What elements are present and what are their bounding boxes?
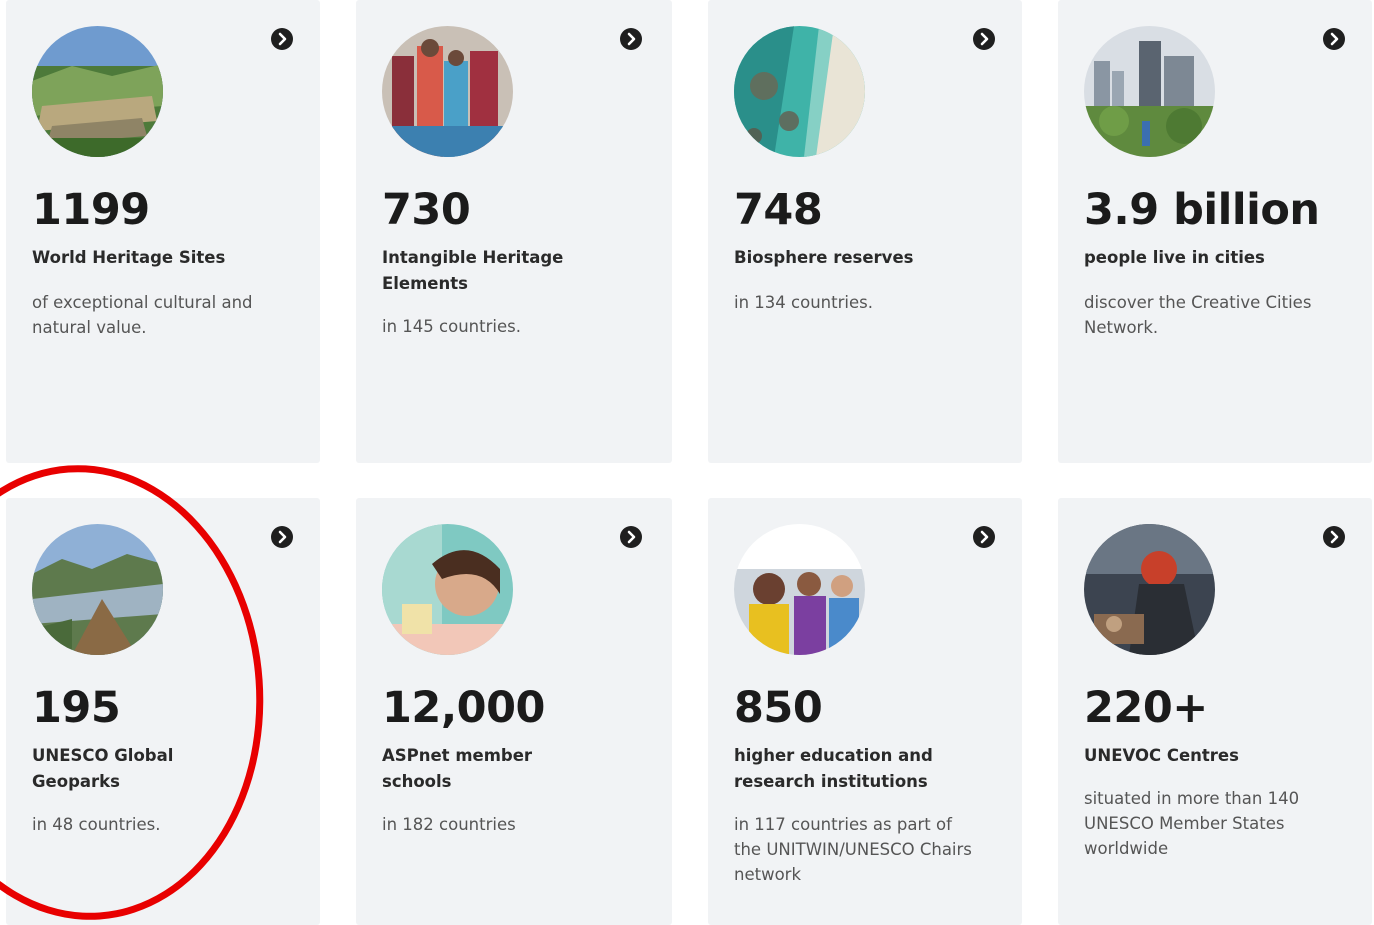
stat-label: UNEVOC Centres [1084, 746, 1239, 765]
arrow-right-circle-icon[interactable] [1323, 526, 1345, 548]
stat-label: Biosphere reserves [734, 248, 914, 267]
unevoc-image [1084, 524, 1215, 655]
unitwin-image [734, 524, 865, 655]
stat-label: UNESCO Global Geoparks [32, 746, 174, 791]
creative-cities-image [1084, 26, 1215, 157]
stat-card-unevoc[interactable]: 220+ UNEVOC Centres situated in more tha… [1058, 498, 1372, 925]
stat-label: people live in cities [1084, 248, 1265, 267]
stat-number: 12,000 [382, 683, 545, 733]
stat-description: situated in more than 140 UNESCO Member … [1084, 789, 1300, 858]
arrow-right-circle-icon[interactable] [620, 526, 642, 548]
stat-card-geoparks[interactable]: 195 UNESCO Global Geoparks in 48 countri… [6, 498, 320, 925]
stat-description: in 134 countries. [734, 293, 873, 312]
stat-description: in 48 countries. [32, 815, 161, 834]
arrow-right-circle-icon[interactable] [271, 28, 293, 50]
arrow-right-circle-icon[interactable] [1323, 28, 1345, 50]
stat-description: of exceptional cultural and natural valu… [32, 293, 253, 337]
stat-number: 1199 [32, 185, 150, 235]
intangible-heritage-image [382, 26, 513, 157]
stat-card-creative-cities[interactable]: 3.9 billion people live in cities discov… [1058, 0, 1372, 463]
stat-description: in 182 countries [382, 815, 516, 834]
world-heritage-image [32, 26, 163, 157]
stat-description: in 117 countries as part of the UNITWIN/… [734, 815, 972, 884]
stat-number: 195 [32, 683, 121, 733]
arrow-right-circle-icon[interactable] [973, 28, 995, 50]
stats-grid: 1199 World Heritage Sites of exceptional… [0, 0, 1374, 925]
stat-card-intangible-heritage[interactable]: 730 Intangible Heritage Elements in 145 … [356, 0, 672, 463]
aspnet-image [382, 524, 513, 655]
arrow-right-circle-icon[interactable] [620, 28, 642, 50]
stat-card-unitwin[interactable]: 850 higher education and research instit… [708, 498, 1022, 925]
arrow-right-circle-icon[interactable] [973, 526, 995, 548]
stat-card-biosphere[interactable]: 748 Biosphere reserves in 134 countries. [708, 0, 1022, 463]
biosphere-image [734, 26, 865, 157]
stat-card-aspnet[interactable]: 12,000 ASPnet member schools in 182 coun… [356, 498, 672, 925]
stat-number: 730 [382, 185, 471, 235]
stat-number: 748 [734, 185, 823, 235]
geoparks-image [32, 524, 163, 655]
stat-label: World Heritage Sites [32, 248, 226, 267]
stat-number: 220+ [1084, 683, 1208, 733]
arrow-right-circle-icon[interactable] [271, 526, 293, 548]
stat-card-world-heritage[interactable]: 1199 World Heritage Sites of exceptional… [6, 0, 320, 463]
stat-number: 850 [734, 683, 823, 733]
stat-label: higher education and research institutio… [734, 746, 933, 791]
stat-label: ASPnet member schools [382, 746, 533, 791]
stat-description: in 145 countries. [382, 317, 521, 336]
stat-description: discover the Creative Cities Network. [1084, 293, 1312, 337]
stat-number: 3.9 billion [1084, 185, 1320, 235]
stat-label: Intangible Heritage Elements [382, 248, 564, 293]
